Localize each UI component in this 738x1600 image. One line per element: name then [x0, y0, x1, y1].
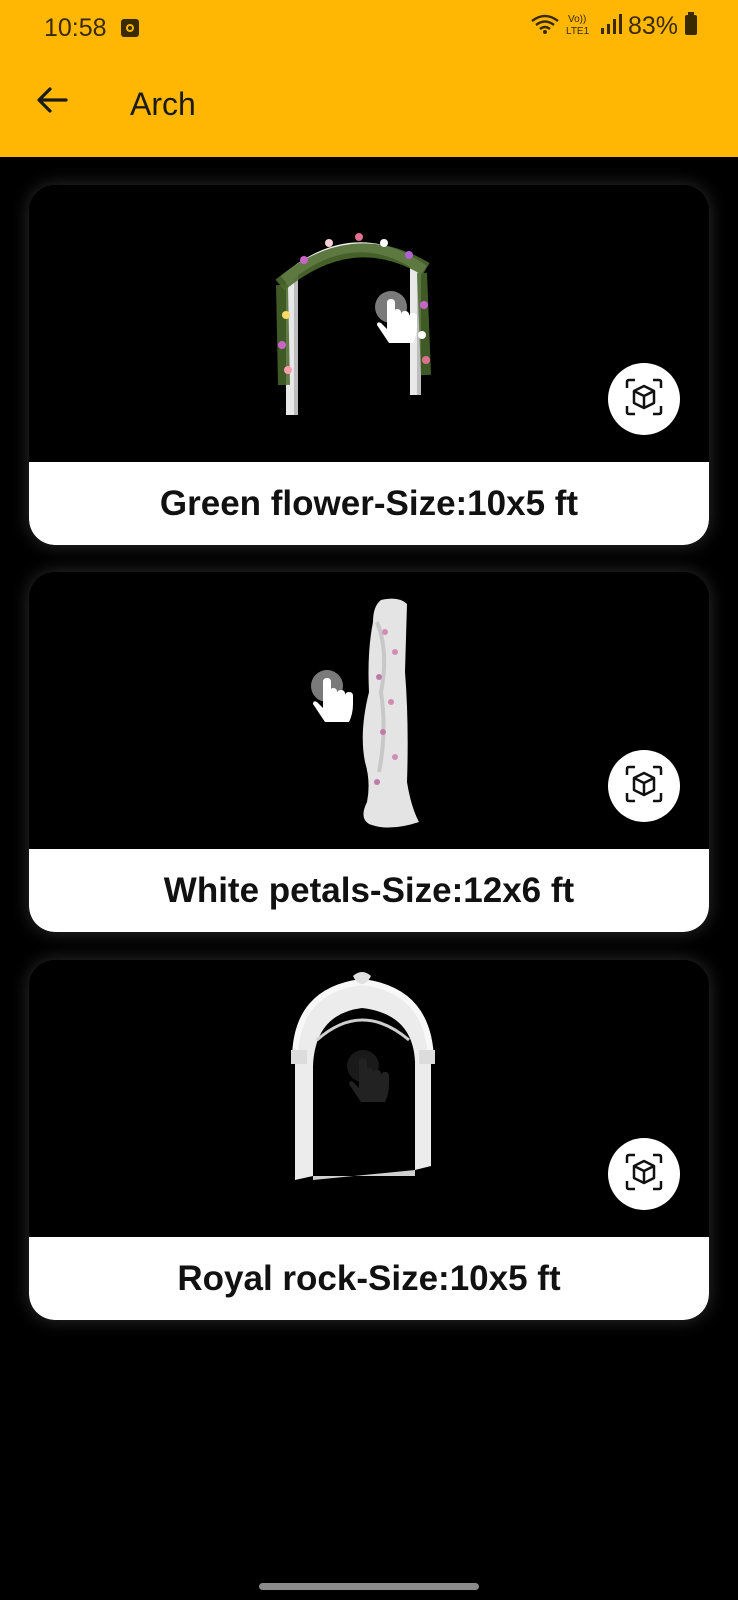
home-indicator[interactable]	[259, 1583, 479, 1590]
ar-cube-icon	[625, 765, 663, 808]
status-time: 10:58	[44, 14, 107, 42]
battery-icon	[684, 12, 698, 41]
ar-view-button[interactable]	[608, 363, 680, 435]
model-viewer[interactable]	[29, 960, 709, 1237]
ar-cube-icon	[625, 378, 663, 421]
product-label: Green flower-Size:10x5 ft	[29, 462, 709, 545]
ar-view-button[interactable]	[608, 750, 680, 822]
app-bar: Arch	[0, 56, 738, 157]
product-card[interactable]: Royal rock-Size:10x5 ft	[29, 960, 709, 1320]
product-label: White petals-Size:12x6 ft	[29, 849, 709, 932]
ar-cube-icon	[625, 1153, 663, 1196]
product-card[interactable]: White petals-Size:12x6 ft	[29, 572, 709, 932]
model-viewer[interactable]	[29, 185, 709, 462]
ar-view-button[interactable]	[608, 1138, 680, 1210]
status-icons: Vo)) LTE1 83%	[530, 12, 698, 41]
product-label: Royal rock-Size:10x5 ft	[29, 1237, 709, 1320]
touch-hint-icon	[347, 1050, 389, 1102]
svg-text:LTE1: LTE1	[566, 26, 590, 36]
touch-hint-icon	[375, 291, 417, 343]
battery-percent: 83%	[627, 12, 678, 40]
page-title: Arch	[130, 86, 196, 122]
touch-hint-icon	[311, 670, 353, 722]
volte-icon: Vo)) LTE1	[566, 12, 594, 41]
screen-record-icon	[120, 18, 140, 38]
product-card[interactable]: Green flower-Size:10x5 ft	[29, 185, 709, 545]
model-viewer[interactable]	[29, 572, 709, 849]
arrow-left-icon	[36, 86, 68, 119]
svg-text:Vo)): Vo))	[568, 14, 586, 25]
status-bar: 10:58 Vo)) LTE1 83%	[0, 0, 738, 56]
back-button[interactable]	[28, 78, 76, 126]
wifi-icon	[530, 13, 560, 40]
signal-icon	[600, 13, 622, 40]
